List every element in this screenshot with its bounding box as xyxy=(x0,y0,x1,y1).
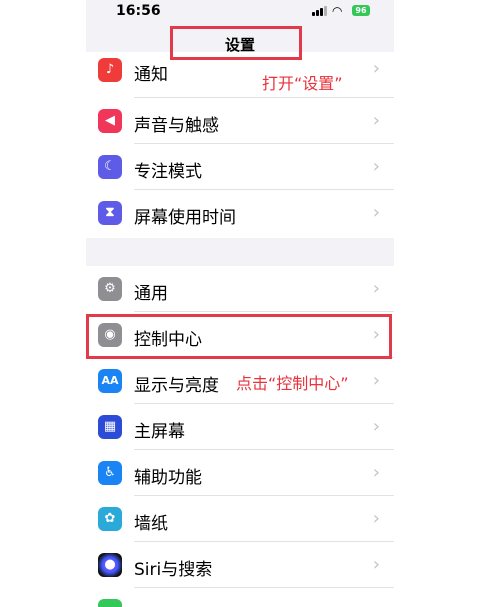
status-bar: 16:56 ◠ 96 xyxy=(86,0,394,24)
status-time: 16:56 xyxy=(116,3,161,19)
chevron-right-icon: › xyxy=(372,58,380,79)
flower-icon: ✿ xyxy=(98,507,122,531)
annotation-tap-control-center: 点击“控制中心” xyxy=(236,374,349,393)
chevron-right-icon: › xyxy=(372,416,380,437)
settings-row-general[interactable]: ⚙ 通用 › xyxy=(86,266,394,312)
settings-row-label: 屏幕使用时间 xyxy=(134,208,236,228)
chevron-right-icon: › xyxy=(372,156,380,177)
settings-row-sounds[interactable]: ◀ 声音与触感 › xyxy=(86,98,394,144)
chevron-right-icon: › xyxy=(372,278,380,299)
settings-row-siri[interactable]: ● Siri与搜索 › xyxy=(86,542,394,588)
settings-row-partial xyxy=(86,588,394,607)
settings-row-home-screen[interactable]: ▦ 主屏幕 › xyxy=(86,404,394,450)
accessibility-icon: ♿ xyxy=(98,461,122,485)
speaker-icon: ◀ xyxy=(98,109,122,133)
green-icon xyxy=(98,599,122,607)
settings-row-label: 通知 xyxy=(134,65,168,85)
cellular-signal-icon xyxy=(312,6,328,16)
chevron-right-icon: › xyxy=(372,554,380,575)
battery-level: 96 xyxy=(355,6,367,15)
gear-icon: ⚙ xyxy=(98,277,122,301)
settings-row-label: 显示与亮度 xyxy=(134,376,219,396)
settings-row-label: 专注模式 xyxy=(134,162,202,182)
chevron-right-icon: › xyxy=(372,370,380,391)
siri-icon: ● xyxy=(98,553,122,577)
bell-icon: ♪ xyxy=(98,58,122,82)
settings-row-label: 主屏幕 xyxy=(134,422,185,442)
chevron-right-icon: › xyxy=(372,202,380,223)
chevron-right-icon: › xyxy=(372,508,380,529)
phone-screen: 16:56 ◠ 96 设置 ♪ 通知 › ◀ 声音与触感 › ☾ 专注模式 › xyxy=(86,0,394,607)
aa-icon: AA xyxy=(98,369,122,393)
settings-row-label: 墙纸 xyxy=(134,514,168,534)
settings-group-1: ♪ 通知 › ◀ 声音与触感 › ☾ 专注模式 › ⧗ 屏幕使用时间 › xyxy=(86,52,394,238)
settings-row-wallpaper[interactable]: ✿ 墙纸 › xyxy=(86,496,394,542)
chevron-right-icon: › xyxy=(372,110,380,131)
annotation-open-settings: 打开“设置” xyxy=(262,74,343,93)
settings-row-accessibility[interactable]: ♿ 辅助功能 › xyxy=(86,450,394,496)
highlight-box-title xyxy=(170,26,302,60)
grid-icon: ▦ xyxy=(98,415,122,439)
battery-icon: 96 xyxy=(352,5,370,16)
settings-row-label: 通用 xyxy=(134,284,168,304)
chevron-right-icon: › xyxy=(372,462,380,483)
hourglass-icon: ⧗ xyxy=(98,201,122,225)
settings-row-screen-time[interactable]: ⧗ 屏幕使用时间 › xyxy=(86,190,394,236)
moon-icon: ☾ xyxy=(98,155,122,179)
settings-row-label: 声音与触感 xyxy=(134,116,219,136)
highlight-box-control-center xyxy=(86,314,392,359)
settings-row-focus[interactable]: ☾ 专注模式 › xyxy=(86,144,394,190)
settings-row-label: Siri与搜索 xyxy=(134,560,213,580)
wifi-icon: ◠ xyxy=(332,4,343,18)
settings-row-label: 辅助功能 xyxy=(134,468,202,488)
